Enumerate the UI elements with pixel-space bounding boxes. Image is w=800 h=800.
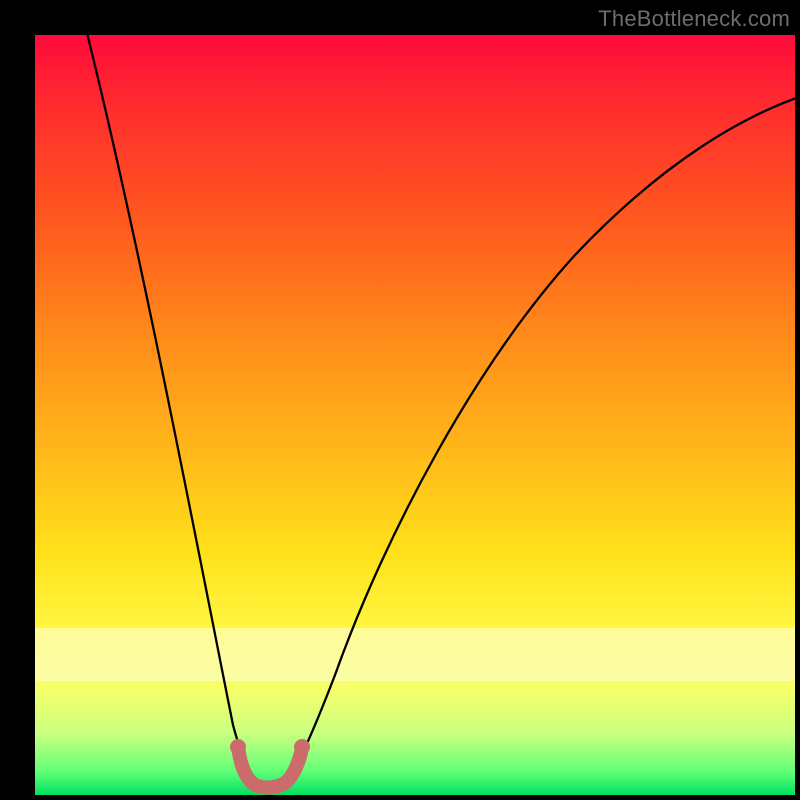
curve-right-branch: [287, 95, 800, 779]
valley-dot-right: [294, 739, 310, 755]
valley-marker: [239, 753, 301, 788]
valley-dot-left: [230, 739, 246, 755]
curve-left-branch: [85, 25, 255, 779]
chart-frame: TheBottleneck.com: [0, 0, 800, 800]
curve-layer: [35, 35, 795, 795]
watermark-text: TheBottleneck.com: [598, 6, 790, 32]
